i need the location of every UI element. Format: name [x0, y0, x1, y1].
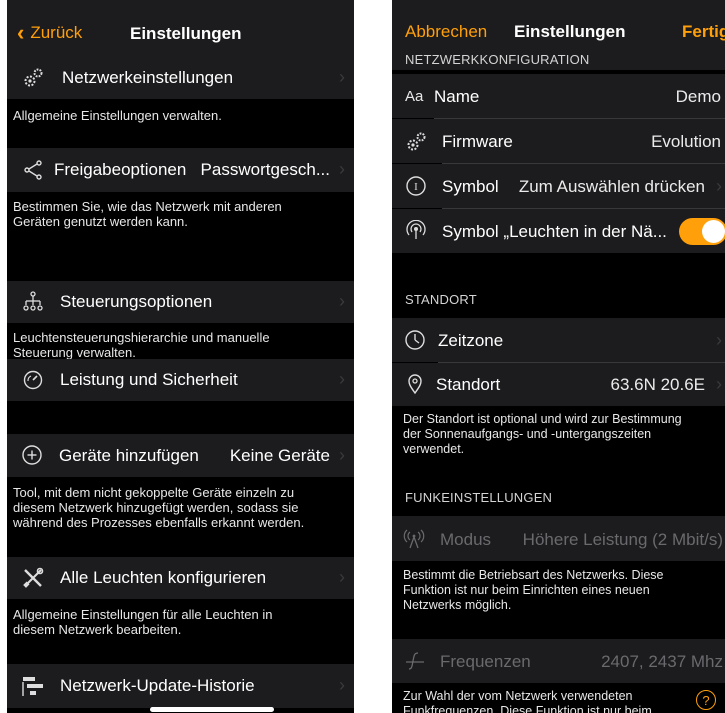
add-devices-label: Geräte hinzufügen — [59, 446, 199, 465]
svg-text:I: I — [414, 181, 418, 193]
chevron-right-icon: › — [716, 330, 722, 350]
cancel-button[interactable]: Abbrechen — [405, 22, 487, 42]
help-button[interactable]: ? — [696, 690, 716, 710]
tools-icon — [21, 566, 45, 590]
share-options-label: Freigabeoptionen — [54, 160, 187, 179]
chevron-right-icon: › — [339, 67, 345, 87]
symbol-icon: I — [405, 175, 427, 197]
text-format-icon: Aa — [405, 88, 424, 105]
symbol-value: Zum Auswählen drücken — [518, 177, 705, 196]
mode-value: Höhere Leistung (2 Mbit/s) — [522, 530, 723, 549]
share-options-value: Passwortgesch... — [200, 160, 330, 179]
chevron-right-icon: › — [339, 159, 345, 179]
back-button[interactable]: ‹ Zurück — [17, 22, 82, 44]
configure-all-lights-label: Alle Leuchten konfigurieren — [60, 568, 267, 587]
configure-all-lights-row[interactable]: Alle Leuchten konfigurieren › — [7, 557, 354, 599]
network-settings-footer: Allgemeine Einstellungen verwalten. — [13, 108, 222, 123]
location-row[interactable]: Standort 63.6N 20.6E › — [392, 363, 725, 406]
radio-antenna-icon — [402, 528, 426, 550]
configure-all-lights-footer: Allgemeine Einstellungen für alle Leucht… — [13, 607, 273, 637]
chevron-right-icon: › — [339, 291, 345, 311]
firmware-value: Evolution — [651, 132, 721, 151]
location-footer: Der Standort ist optional und wird zur B… — [403, 412, 682, 456]
symbol-proximity-label: Symbol „Leuchten in der Nä... — [442, 222, 667, 241]
home-indicator — [150, 707, 274, 712]
frequencies-value: 2407, 2437 Mhz — [601, 652, 723, 671]
add-devices-footer: Tool, mit dem nicht gekoppelte Geräte ei… — [13, 485, 305, 530]
chevron-right-icon: › — [716, 176, 722, 196]
firmware-row[interactable]: Firmware Evolution — [392, 119, 725, 163]
update-history-icon — [21, 674, 45, 698]
update-history-label: Netzwerk-Update-Historie — [60, 676, 255, 695]
control-options-label: Steuerungsoptionen — [60, 292, 213, 311]
plus-circle-icon — [21, 444, 43, 466]
frequencies-footer: Zur Wahl der vom Netzwerk verwendeten Fu… — [403, 689, 652, 713]
page-title: Einstellungen — [130, 24, 242, 43]
performance-security-label: Leistung und Sicherheit — [60, 370, 238, 389]
frequencies-row: Frequenzen 2407, 2437 Mhz — [392, 639, 725, 683]
location-label: Standort — [436, 375, 501, 394]
symbol-label: Symbol — [442, 177, 499, 196]
gears-icon — [405, 131, 427, 153]
clock-icon — [404, 329, 426, 351]
chevron-right-icon: › — [339, 445, 345, 465]
chevron-right-icon: › — [339, 369, 345, 389]
frequencies-label: Frequenzen — [440, 652, 531, 671]
question-mark-icon: ? — [702, 692, 710, 708]
share-options-footer: Bestimmen Sie, wie das Netzwerk mit ande… — [13, 199, 282, 229]
proximity-icon — [405, 220, 427, 242]
chevron-left-icon: ‹ — [17, 20, 25, 45]
symbol-proximity-toggle[interactable] — [679, 218, 725, 245]
frequency-icon — [404, 650, 426, 672]
chevron-right-icon: › — [339, 567, 345, 587]
performance-security-row[interactable]: Leistung und Sicherheit › — [7, 359, 354, 401]
gears-icon — [22, 67, 44, 89]
chevron-right-icon: › — [716, 374, 722, 394]
add-devices-row[interactable]: Geräte hinzufügen Keine Geräte › — [7, 434, 354, 477]
location-value: 63.6N 20.6E — [610, 375, 705, 394]
location-pin-icon — [404, 373, 426, 395]
firmware-label: Firmware — [442, 132, 513, 151]
network-settings-label: Netzwerkeinstellungen — [62, 68, 234, 87]
timezone-row[interactable]: Zeitzone › — [392, 318, 725, 362]
share-icon — [22, 159, 44, 181]
share-options-row[interactable]: Freigabeoptionen Passwortgesch... › — [7, 148, 354, 192]
mode-footer: Bestimmt die Betriebsart des Netzwerks. … — [403, 568, 664, 612]
control-options-footer: Leuchtensteuerungshierarchie und manuell… — [13, 330, 270, 360]
add-devices-value: Keine Geräte — [229, 446, 330, 465]
section-header-location: STANDORT — [405, 292, 477, 307]
hierarchy-icon — [22, 291, 44, 313]
chevron-right-icon: › — [339, 675, 345, 695]
section-header-radio: FUNKEINSTELLUNGEN — [405, 490, 553, 505]
name-row[interactable]: Aa Name Demo — [392, 74, 725, 118]
network-config-screen: Abbrechen Einstellungen Fertig NETZWERKK… — [392, 0, 725, 713]
network-settings-row[interactable]: Netzwerkeinstellungen › — [7, 57, 354, 99]
symbol-row[interactable]: I Symbol Zum Auswählen drücken › — [392, 164, 725, 208]
update-history-row[interactable]: Netzwerk-Update-Historie › — [7, 664, 354, 708]
control-options-row[interactable]: Steuerungsoptionen › — [7, 281, 354, 323]
timezone-label: Zeitzone — [438, 331, 504, 350]
page-title: Einstellungen — [514, 22, 626, 41]
navigation-bar: Abbrechen Einstellungen Fertig NETZWERKK… — [392, 0, 725, 70]
gauge-icon — [22, 369, 44, 391]
name-value: Demo — [675, 87, 721, 106]
done-button[interactable]: Fertig — [682, 22, 725, 42]
mode-label: Modus — [440, 530, 492, 549]
toggle-knob — [702, 220, 725, 243]
symbol-proximity-row: Symbol „Leuchten in der Nä... — [392, 209, 725, 253]
section-header-network: NETZWERKKONFIGURATION — [405, 52, 590, 67]
name-label: Name — [434, 87, 480, 106]
settings-overview-screen: ‹ Zurück Einstellungen Netzwerkeinstellu… — [7, 0, 354, 713]
mode-row: Modus Höhere Leistung (2 Mbit/s) — [392, 516, 725, 561]
